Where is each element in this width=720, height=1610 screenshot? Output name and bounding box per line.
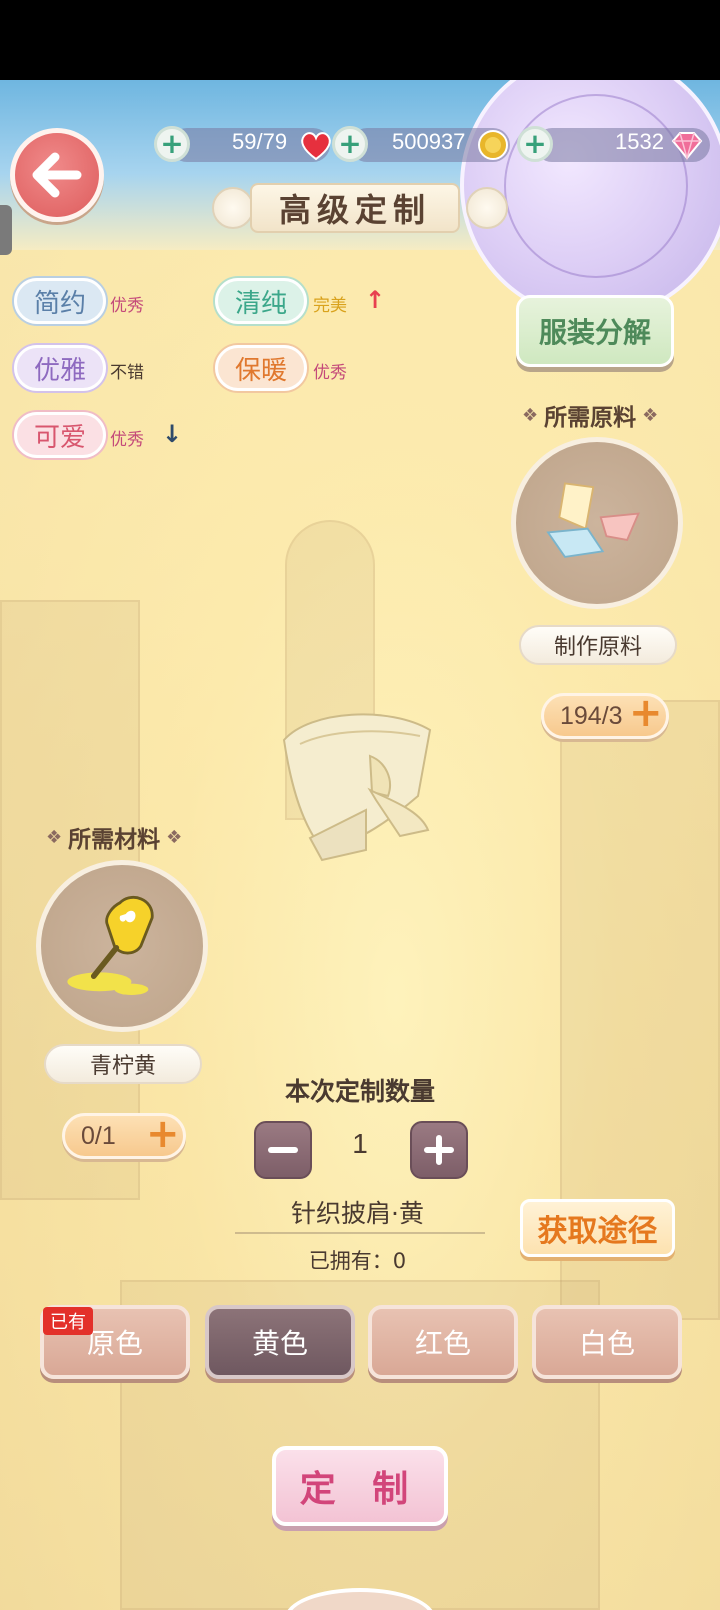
stamina-counter: 59/79 [170,128,331,162]
coin-icon [478,130,508,160]
tag-cute-rating: 优秀 [110,430,144,450]
gem-counter: 1532 [535,128,710,162]
required-material-name: 青柠黄 [44,1044,202,1084]
raw-material-title: ❖ 所需原料 ❖ [522,404,659,432]
coin-counter: 500937 [350,128,510,162]
back-arrow-icon [32,152,82,198]
increase-quantity-button[interactable] [410,1121,468,1179]
tag-warm: 保暖 [215,345,307,391]
acquire-source-button[interactable]: 获取途径 [520,1199,675,1257]
arrow-up-icon: ↑ [365,286,386,314]
add-gems-button[interactable]: + [517,126,553,162]
decrease-quantity-button[interactable] [254,1121,312,1179]
tag-cute: 可爱 [14,412,106,458]
arrow-down-icon: ↓ [162,420,183,448]
scroll-handle[interactable] [0,205,12,255]
color-option-red[interactable]: 红色 [368,1305,518,1379]
decompose-button[interactable]: 服装分解 [516,295,674,367]
plus-icon [424,1135,454,1165]
stamina-value: 59/79 [232,129,288,154]
raw-material-count-text: 194/3 [560,701,623,730]
banner-ornament-right [466,187,508,229]
item-divider [235,1232,485,1234]
coin-value: 500937 [392,129,466,154]
item-name: 针织披肩·黄 [291,1199,424,1228]
back-button[interactable] [10,128,104,222]
required-material-title: ❖ 所需材料 ❖ [46,826,183,854]
raw-material-name: 制作原料 [519,625,677,665]
minus-icon [268,1147,298,1153]
lime-yellow-dye-icon [67,896,154,995]
heart-icon [301,132,331,161]
required-material-count-text: 0/1 [81,1121,116,1150]
tag-pure: 清纯 [215,278,307,324]
owned-count: 已拥有：0 [308,1249,407,1273]
add-raw-material-icon[interactable]: + [629,693,663,733]
color-option-yellow[interactable]: 黄色 [205,1305,355,1379]
quantity-value: 1 [352,1128,368,1159]
raw-material-slot[interactable] [511,437,683,609]
tag-simple: 简约 [14,278,106,324]
tag-elegant: 优雅 [14,345,106,391]
tag-elegant-rating: 不错 [110,363,144,383]
customize-button[interactable]: 定 制 [272,1446,448,1526]
add-required-material-icon[interactable]: + [146,1114,180,1154]
required-material-slot[interactable] [36,860,208,1032]
color-option-white[interactable]: 白色 [532,1305,682,1379]
fabric-scraps-icon [546,482,640,558]
status-bar [0,0,720,80]
shop-bg [120,1280,600,1610]
add-coins-button[interactable]: + [332,126,368,162]
tag-simple-rating: 优秀 [110,296,144,316]
banner-ornament-left [212,187,254,229]
diamond-icon [671,132,703,161]
knit-shawl-preview [282,713,432,862]
tag-warm-rating: 优秀 [313,363,347,383]
owned-badge: 已有 [43,1307,93,1335]
gem-value: 1532 [615,129,664,154]
page-title: 高级定制 [250,183,460,233]
quantity-label: 本次定制数量 [284,1077,435,1106]
tag-pure-rating: 完美 [313,296,347,316]
add-stamina-button[interactable]: + [154,126,190,162]
